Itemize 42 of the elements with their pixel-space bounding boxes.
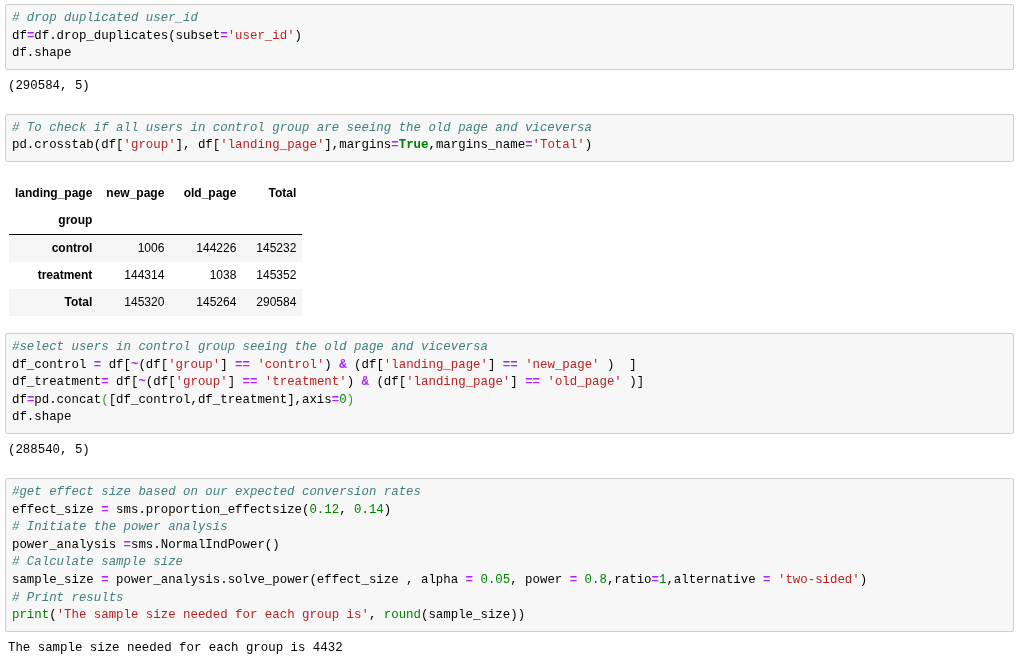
code-cell[interactable]: # To check if all users in control group are seeing the old page and viceversa pd.crosstab(df['group'], df['landing_page'],margins=True,margins_name='Total') [5,113,1014,162]
code-line: df_treatment= df[~(df['group'] == 'treatment') & (df['landing_page'] == 'old_page' )] [12,374,645,392]
output-text: (290584, 5) [7,77,90,95]
code-line: df.shape [12,409,72,427]
table-cell: 145320 [98,288,171,316]
table-cell: 145352 [242,261,303,289]
code-comment: #select users in control group seeing the old page and viceversa [12,338,488,356]
index-header: group [9,206,99,235]
row-label: treatment [9,261,99,289]
output-text: (288540, 5) [7,441,90,459]
row-label: control [9,234,99,262]
table-cell: 145232 [242,234,303,262]
row-label: Total [9,288,99,316]
table-cell: 145264 [170,288,243,316]
column-header: old_page [182,185,238,203]
column-header: landing_page [14,185,94,203]
code-comment: # To check if all users in control group are seeing the old page and viceversa [12,119,592,137]
code-line: df=df.drop_duplicates(subset='user_id') [12,27,302,45]
code-comment: # drop duplicated user_id [12,10,198,27]
code-line: effect_size = sms.proportion_effectsize(0.12, 0.14) [12,501,392,519]
code-line: sample_size = power_analysis.solve_power(effect_size , alpha = 0.05, power = 0.8,ratio=1,alternative = 'two-sided') [12,571,868,589]
code-cell[interactable] [5,477,1014,632]
table-cell: 144226 [170,234,243,262]
code-line: power_analysis =sms.NormalIndPower() [12,536,280,554]
table-cell: 1038 [170,261,243,289]
table-cell: 1006 [98,234,171,262]
code-comment: # Initiate the power analysis [12,519,228,537]
code-line: df=pd.concat([df_control,df_treatment],axis=0) [12,391,355,409]
code-cell[interactable] [5,332,1014,434]
code-line: print('The sample size needed for each group is', round(sample_size)) [12,607,526,625]
code-cell[interactable]: # drop duplicated user_id df=df.drop_duplicates(subset='user_id') df.shape [5,4,1014,70]
code-comment: #get effect size based on our expected conversion rates [12,483,421,501]
code-line: df.shape [12,45,72,63]
code-line: pd.crosstab(df['group'], df['landing_page'],margins=True,margins_name='Total') [12,137,593,155]
code-line: df_control = df[~(df['group'] == 'control') & (df['landing_page'] == 'new_page' ) ] [12,356,637,374]
column-header: Total [267,185,298,203]
output-text: The sample size needed for each group is 4432 [7,639,343,657]
code-comment: # Calculate sample size [12,554,184,572]
column-header: new_page [105,185,166,203]
table-cell: 290584 [242,288,303,316]
table-cell: 144314 [98,261,171,289]
code-comment: # Print results [12,589,124,607]
